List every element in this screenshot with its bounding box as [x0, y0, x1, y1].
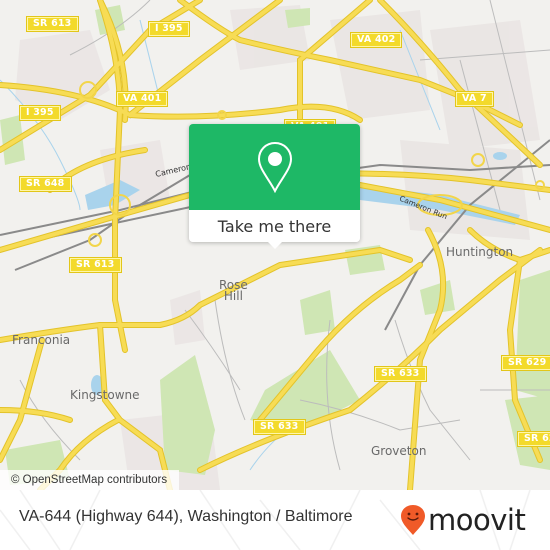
- moovit-wordmark: moovit: [428, 503, 526, 537]
- popup-pointer: [267, 241, 283, 249]
- road-shield-i-395: I 395: [19, 105, 61, 121]
- moovit-pin-smile-icon: [401, 505, 425, 535]
- place-label-groveton: Groveton: [371, 444, 427, 458]
- footer-bar: VA-644 (Highway 644), Washington / Balti…: [0, 490, 550, 550]
- road-shield-va-7: VA 7: [455, 91, 494, 107]
- take-me-there-button[interactable]: Take me there: [189, 210, 360, 242]
- road-shield-sr-633: SR 633: [253, 419, 306, 435]
- place-label-franconia: Franconia: [12, 333, 71, 347]
- road-shield-va-401: VA 401: [115, 91, 169, 107]
- popup-header: [189, 124, 360, 210]
- road-shield-sr-613: SR 613: [26, 16, 79, 32]
- road-shield-sr-629: SR 629: [517, 431, 550, 447]
- road-shield-sr-633: SR 633: [374, 366, 427, 382]
- map-pin-icon: [257, 141, 292, 193]
- road-shield-sr-613: SR 613: [69, 257, 122, 273]
- road-shield-sr-648: SR 648: [19, 176, 72, 192]
- location-title: VA-644 (Highway 644), Washington / Balti…: [19, 508, 353, 525]
- map-attribution[interactable]: © OpenStreetMap contributors: [0, 470, 180, 490]
- road-shield-va-402: VA 402: [349, 32, 403, 48]
- moovit-logo[interactable]: moovit: [400, 503, 526, 537]
- road-shield-sr-629: SR 629: [501, 355, 550, 371]
- place-label-huntington: Huntington: [446, 245, 514, 259]
- place-label-rose-hill: Rose Hill: [219, 278, 248, 303]
- place-label-kingstowne: Kingstowne: [70, 388, 140, 402]
- location-popup: Take me there: [189, 124, 360, 249]
- road-shield-i-395: I 395: [148, 21, 190, 37]
- map-view[interactable]: SR 613 I 395 VA 402 VA 401 I 395 VA 7 SR…: [0, 0, 550, 490]
